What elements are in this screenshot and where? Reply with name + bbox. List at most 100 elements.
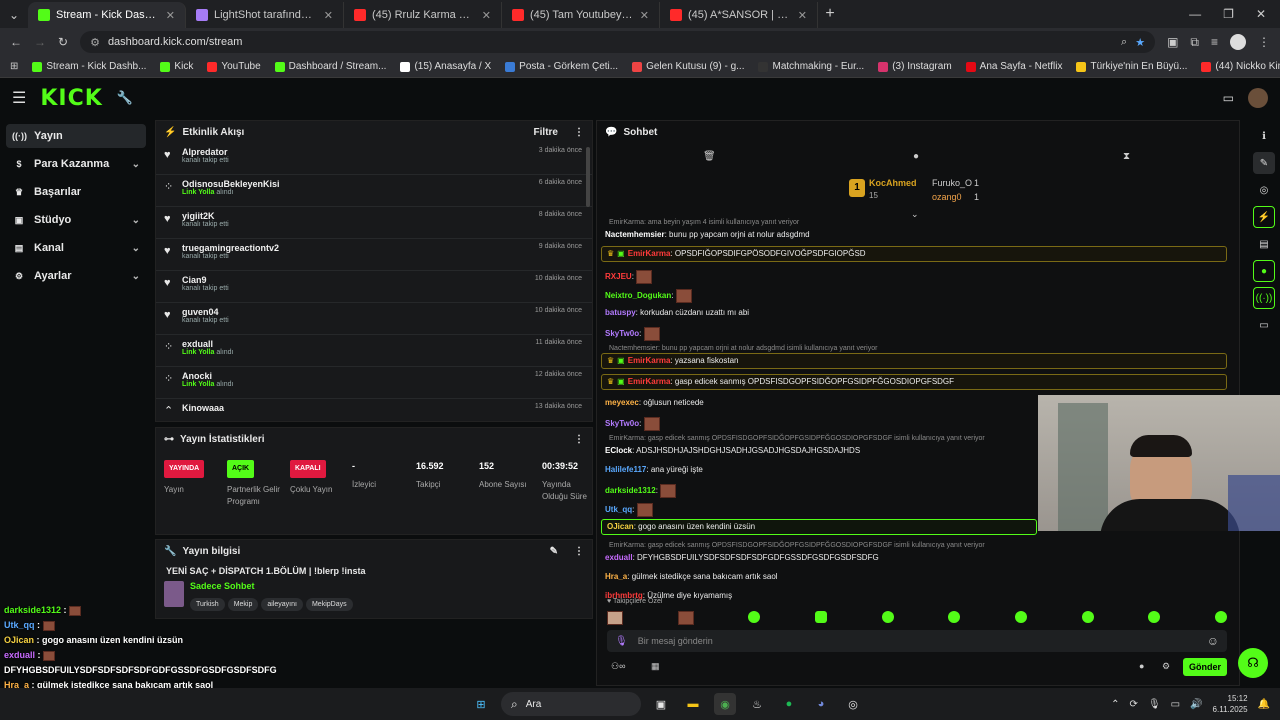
chat-message[interactable]: Halilefe117: ana yüreği işte — [605, 465, 703, 474]
info-icon[interactable]: ℹ — [1253, 125, 1275, 147]
tab-close-icon[interactable]: ✕ — [798, 9, 807, 22]
bookmark-item[interactable]: Gelen Kutusu (9) - g... — [632, 61, 744, 72]
chat-emote[interactable] — [643, 327, 660, 341]
activity-item[interactable]: ⁘ Anocki Link Yolla alındı 12 dakika önce — [156, 367, 592, 399]
chat-username[interactable]: Nactemhemsier — [605, 230, 665, 239]
chat-username[interactable]: Neixtro_Dogukan — [605, 291, 671, 300]
stream-tag[interactable]: MekipDays — [305, 598, 353, 611]
lightning-tool-icon[interactable]: ⚡ — [1253, 206, 1275, 228]
hamburger-menu-icon[interactable]: ☰ — [12, 88, 26, 108]
activity-item[interactable]: ♥ Alpredator kanalı takip etti 3 dakika önc… — [156, 143, 592, 175]
extension-icon[interactable]: ▣ — [1167, 35, 1178, 49]
chat-username[interactable]: Halilefe117 — [605, 465, 646, 474]
bookmark-item[interactable]: Kick — [160, 61, 193, 72]
chat-username[interactable]: SkyTw0o — [605, 419, 639, 428]
activity-item[interactable]: ♥ yigiit2K kanalı takip etti 8 dakika önce — [156, 207, 592, 239]
top-gifter-3[interactable]: ozang0 — [932, 192, 962, 202]
chat-users-icon[interactable]: ⚇∞ — [611, 661, 625, 672]
bookmark-item[interactable]: Stream - Kick Dashb... — [32, 61, 146, 72]
chat-username[interactable]: EmirKarma — [628, 377, 671, 386]
emote-8[interactable] — [1081, 611, 1094, 623]
tray-mic-icon[interactable]: 🎙 — [1148, 699, 1161, 710]
browser-tab[interactable]: (45) A*SANSOR | Madara Olduk ✕ — [660, 2, 818, 28]
chat-username[interactable]: Hra_a — [605, 572, 627, 581]
activity-item[interactable]: ⁘ exduall Link Yolla alındı 11 dakika önce — [156, 335, 592, 367]
chat-message[interactable]: Nactemhemsier: bunu pp yapcam orjni at n… — [605, 230, 810, 239]
activity-username[interactable]: guven04 — [182, 307, 229, 317]
chat-message[interactable]: ♛ ▣ EmirKarma: yazsana fiskostan — [607, 356, 738, 365]
chat-username[interactable]: meyexec — [605, 398, 639, 407]
taskbar-search[interactable]: ⌕ Ara — [501, 692, 641, 716]
activity-menu-icon[interactable]: ⋮ — [574, 127, 584, 138]
activity-username[interactable]: yigiit2K — [182, 211, 229, 221]
chat-message[interactable]: darkside1312: — [605, 484, 677, 498]
bookmark-item[interactable]: Posta - Görkem Çeti... — [505, 61, 618, 72]
chat-username[interactable]: EClock — [605, 446, 632, 455]
tray-volume-icon[interactable]: 🔊 — [1190, 699, 1202, 710]
chat-gear-icon[interactable]: ⚙ — [1162, 661, 1170, 672]
send-button[interactable]: Gönder — [1183, 658, 1227, 676]
sidebar-item-6[interactable]: ⚙ Ayarlar ⌄ — [6, 264, 146, 288]
top-gifter-1[interactable]: KocAhmed — [869, 178, 917, 188]
close-window-icon[interactable]: ✕ — [1256, 7, 1266, 21]
category-link[interactable]: Sadece Sohbet — [190, 581, 356, 591]
bookmark-star-icon[interactable]: ★ — [1135, 36, 1145, 49]
sidebar-item-2[interactable]: $ Para Kazanma ⌄ — [6, 152, 146, 176]
bookmark-item[interactable]: YouTube — [207, 61, 261, 72]
chevron-down-icon[interactable]: ⌄ — [132, 243, 140, 254]
activity-item[interactable]: ⌃ Kinowaaa 13 dakika önce — [156, 399, 592, 419]
activity-item[interactable]: ♥ Cian9 kanalı takip etti 10 dakika önce — [156, 271, 592, 303]
chevron-down-icon[interactable]: ⌄ — [132, 159, 140, 170]
bookmark-item[interactable]: (15) Anasayfa / X — [400, 61, 491, 72]
activity-item[interactable]: ♥ truegamingreactiontv2 kanalı takip etti 9… — [156, 239, 592, 271]
chat-username[interactable]: exduall — [605, 553, 633, 562]
broadcast-tool-icon[interactable]: ((·)) — [1253, 287, 1275, 309]
sidebar-item-4[interactable]: ▣ Stüdyo ⌄ — [6, 208, 146, 232]
url-input[interactable]: ⚙ dashboard.kick.com/stream ⌕ ★ — [80, 31, 1156, 53]
obs-icon[interactable]: ◎ — [842, 693, 864, 715]
chat-username[interactable]: darkside1312 — [605, 486, 656, 495]
document-icon[interactable]: ▤ — [1253, 233, 1275, 255]
chat-username[interactable]: RXJEU — [605, 272, 632, 281]
tab-close-icon[interactable]: ✕ — [166, 9, 175, 22]
browser-tab[interactable]: LightShot tarafından Ekran Gör ✕ — [186, 2, 344, 28]
activity-username[interactable]: OdisnosuBekleyenKisi — [182, 179, 280, 189]
chat-message[interactable]: Hra_a: gülmek istedikçe sana bakıcam art… — [605, 572, 778, 581]
emote-9[interactable] — [1148, 611, 1161, 623]
user-avatar[interactable] — [1248, 88, 1268, 108]
wrench-icon[interactable]: 🔧 — [117, 90, 133, 106]
chat-emote[interactable] — [636, 270, 653, 284]
target-icon[interactable]: ◎ — [1253, 179, 1275, 201]
info-menu-icon[interactable]: ⋮ — [574, 546, 584, 557]
chat-username[interactable]: SkyTw0o — [605, 329, 639, 338]
chat-emote[interactable] — [636, 503, 653, 517]
spotify-icon[interactable]: ● — [778, 693, 800, 715]
tab-close-icon[interactable]: ✕ — [482, 9, 491, 22]
emote-2[interactable] — [677, 611, 694, 625]
activity-username[interactable]: exduall — [182, 339, 234, 349]
chat-emote[interactable] — [660, 484, 677, 498]
browser-tab[interactable]: (45) Tam Youtubeyi Kapatıcakke ✕ — [502, 2, 660, 28]
chat-message[interactable]: SkyTw0o: — [605, 327, 660, 341]
chat-bubble-small-icon[interactable]: ● — [1139, 661, 1144, 671]
stats-menu-icon[interactable]: ⋮ — [574, 434, 584, 445]
tray-sync-icon[interactable]: ⟳ — [1130, 699, 1138, 710]
steam-icon[interactable]: ♨ — [746, 693, 768, 715]
file-explorer-icon[interactable]: ▬ — [682, 693, 704, 715]
bookmark-item[interactable]: (3) Instagram — [878, 61, 952, 72]
menu-dots-icon[interactable]: ⋮ — [1258, 35, 1270, 49]
tab-close-icon[interactable]: ✕ — [324, 9, 333, 22]
browser-tab[interactable]: Stream - Kick Dashboard ✕ — [28, 2, 186, 28]
discord-icon[interactable]: ◕ — [810, 693, 832, 715]
chat-tool-icon[interactable]: ● — [1253, 260, 1275, 282]
emote-3[interactable] — [748, 611, 761, 623]
kick-logo[interactable]: KICK — [40, 86, 102, 111]
chat-message[interactable]: Neixtro_Dogukan: — [605, 289, 692, 303]
profile-avatar[interactable] — [1230, 34, 1246, 50]
top-gifter-2[interactable]: Furuko_O — [932, 178, 972, 188]
emote-6[interactable] — [948, 611, 961, 623]
bookmark-item[interactable]: Türkiye'nin En Büyü... — [1076, 61, 1187, 72]
chat-input[interactable]: 🎙 Bir mesaj gönderin ☺ — [607, 630, 1227, 652]
bookmark-item[interactable]: Matchmaking - Eur... — [758, 61, 864, 72]
bookmark-item[interactable]: (44) Nickko Kimiko... — [1201, 61, 1280, 72]
